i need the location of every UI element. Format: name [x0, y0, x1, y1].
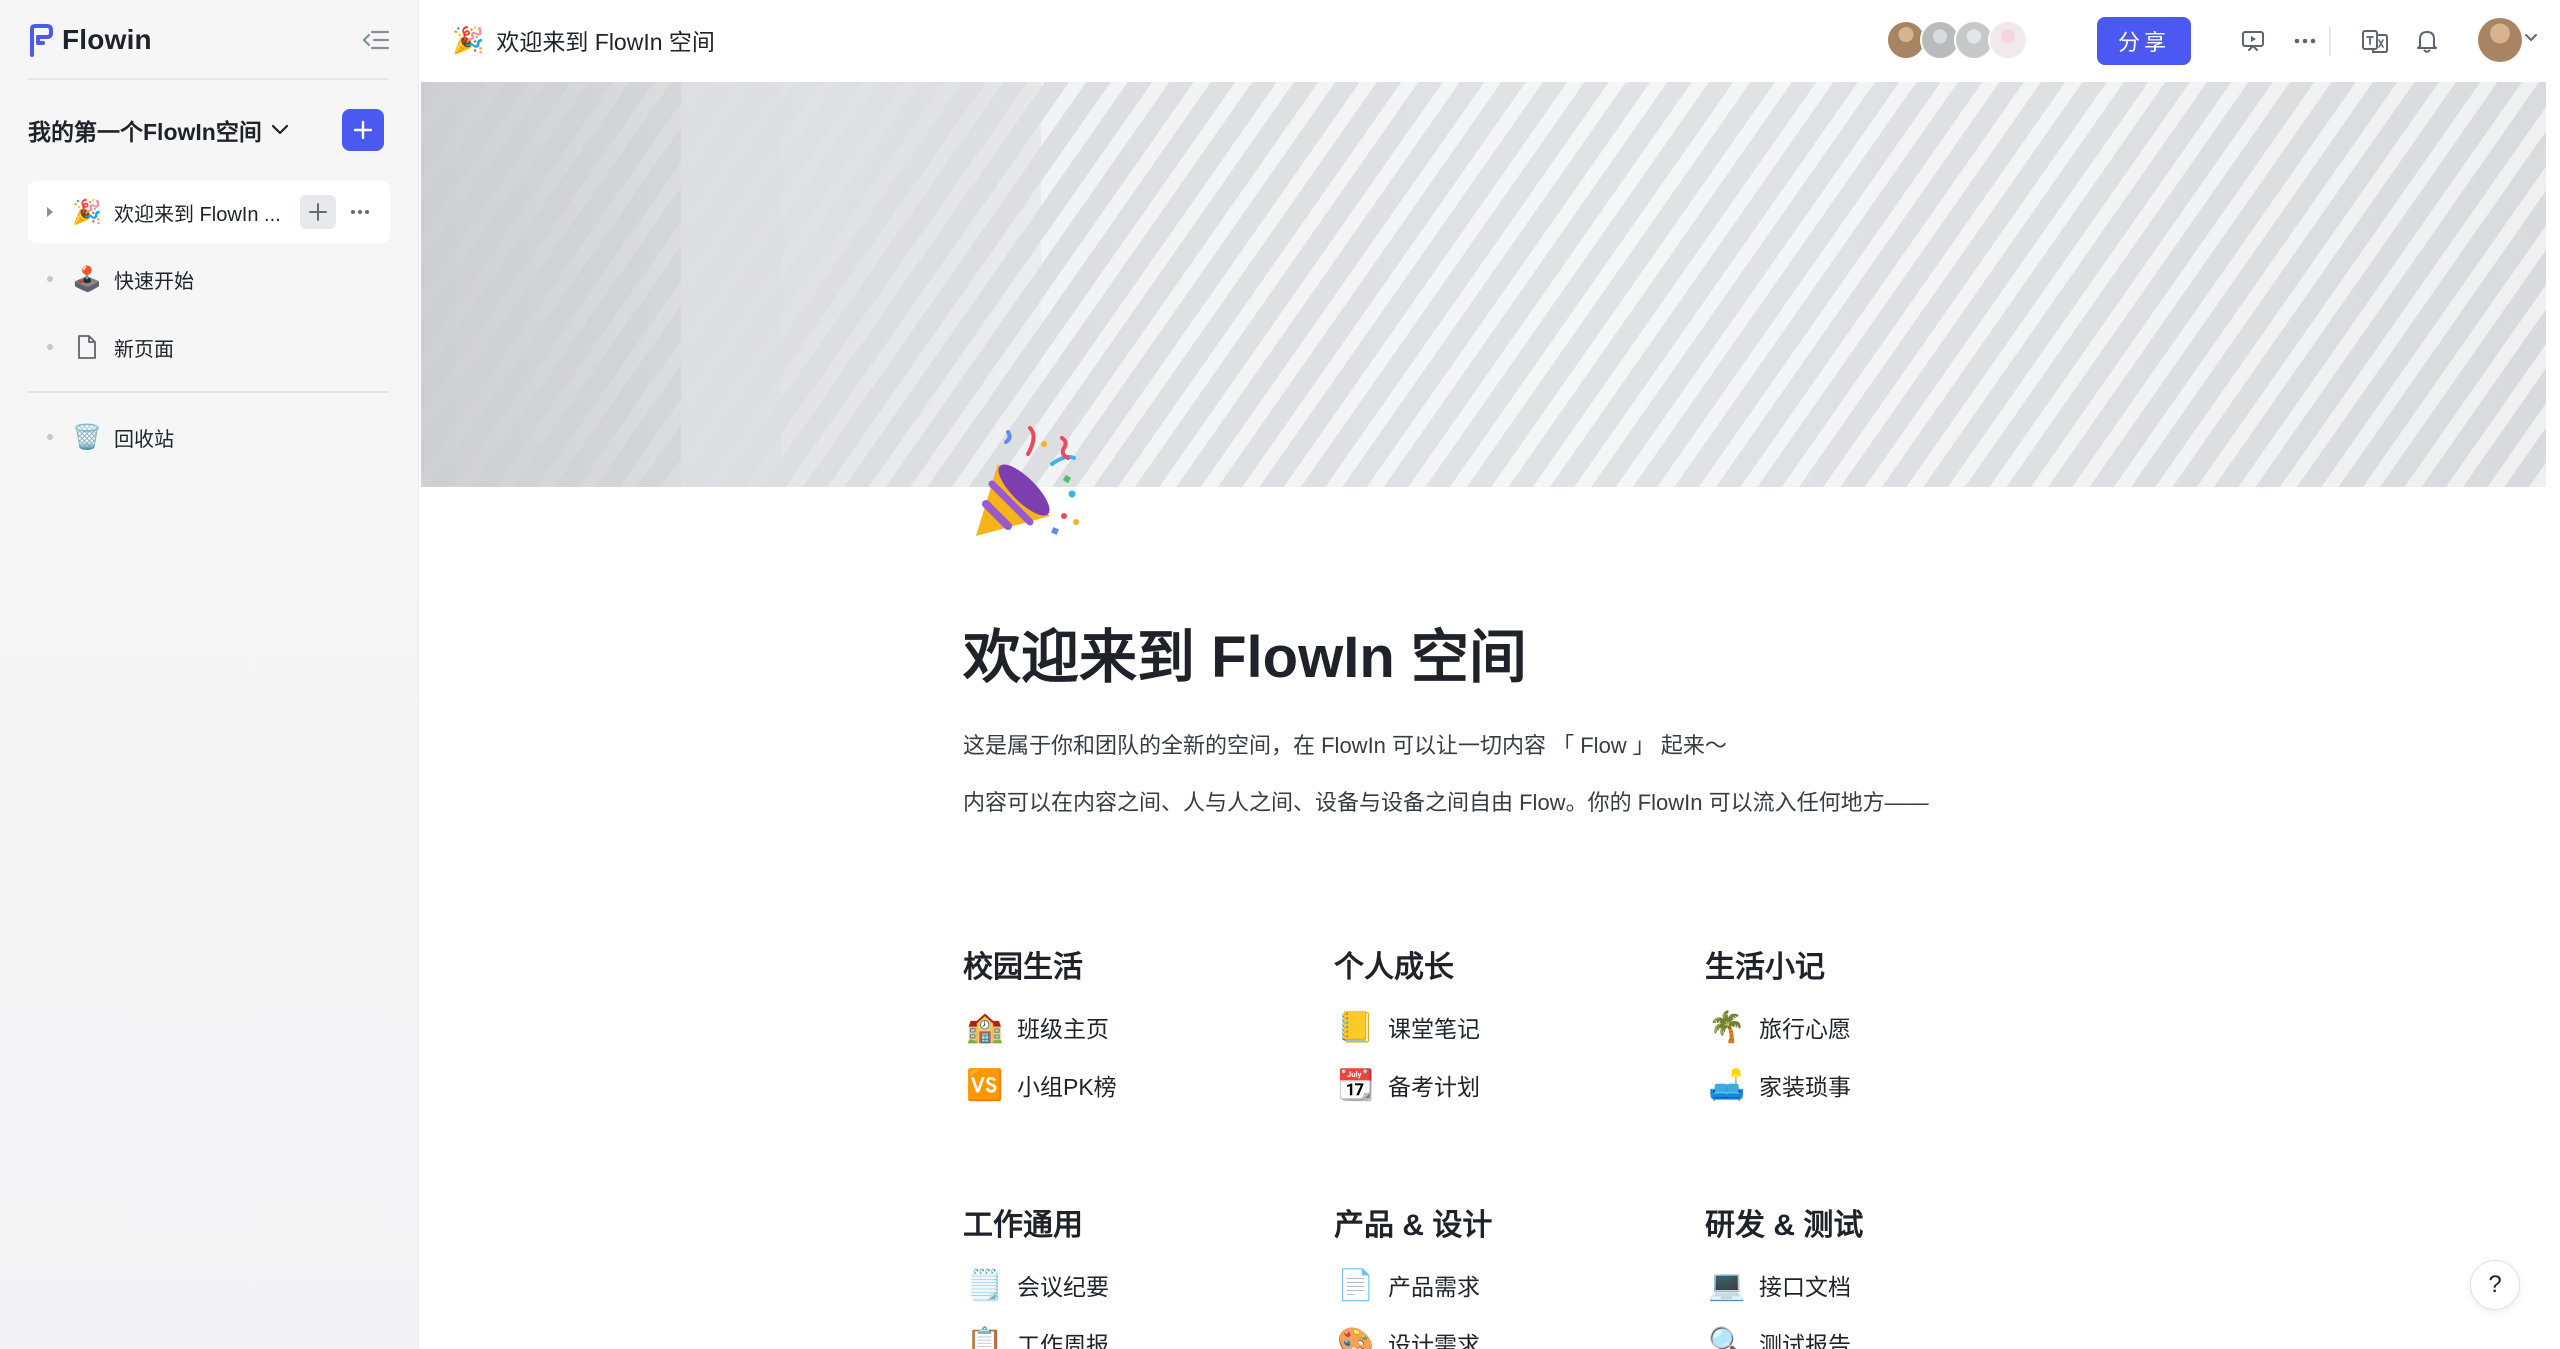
link-class-notes[interactable]: 📒 课堂笔记 [1334, 998, 1664, 1056]
trash-icon: 🗑️ [72, 423, 102, 451]
chevron-down-icon [270, 123, 290, 137]
sidebar-item-new-page[interactable]: 新页面 [28, 316, 390, 378]
palette-icon: 🎨 [1337, 1326, 1375, 1349]
party-popper-icon: 🎉 [72, 198, 102, 226]
bullet-dot [47, 276, 53, 282]
link-class-homepage[interactable]: 🏫 班级主页 [963, 998, 1293, 1056]
help-button[interactable]: ? [2470, 1260, 2520, 1310]
more-horizontal-icon[interactable] [2284, 20, 2326, 62]
link-design-requirements[interactable]: 🎨 设计需求 [1334, 1314, 1664, 1349]
bullet-dot [47, 344, 53, 350]
translate-icon[interactable] [2354, 20, 2396, 62]
sidebar-item-quick-start[interactable]: 🕹️ 快速开始 [28, 248, 390, 310]
sidebar-divider [28, 391, 388, 393]
collapse-sidebar-icon[interactable] [358, 22, 394, 58]
clipboard-icon: 📋 [966, 1326, 1004, 1349]
add-subpage-button[interactable] [300, 195, 336, 229]
more-options-button[interactable] [342, 195, 378, 229]
section-personal-growth: 个人成长 📒 课堂笔记 📆 备考计划 [1334, 946, 1664, 1114]
link-meeting-minutes[interactable]: 🗒️ 会议纪要 [963, 1256, 1293, 1314]
section-title: 产品 & 设计 [1334, 1209, 1493, 1242]
party-popper-icon[interactable] [968, 424, 1088, 544]
collaborator-avatars[interactable] [1886, 20, 2028, 60]
link-api-docs[interactable]: 💻 接口文档 [1705, 1256, 2035, 1314]
more-horizontal-icon [351, 210, 369, 214]
vs-icon: 🆚 [966, 1068, 1004, 1102]
chevron-down-icon[interactable] [2524, 30, 2538, 48]
workspace-title: 我的第一个FlowIn空间 [28, 119, 262, 145]
link-test-report[interactable]: 🔍 测试报告 [1705, 1314, 2035, 1349]
intro-paragraph[interactable]: 这是属于你和团队的全新的空间，在 FlowIn 可以让一切内容 「 Flow 」… [963, 728, 1727, 760]
avatar[interactable] [1988, 20, 2028, 60]
sidebar-item-label: 欢迎来到 FlowIn ... [114, 203, 281, 226]
share-button[interactable]: 分享 [2097, 17, 2191, 65]
intro-paragraph[interactable]: 内容可以在内容之间、人与人之间、设备与设备之间自由 Flow。你的 FlowIn… [963, 785, 1929, 817]
joystick-icon: 🕹️ [72, 265, 102, 293]
link-weekly-report[interactable]: 📋 工作周报 [963, 1314, 1293, 1349]
section-title: 工作通用 [963, 1209, 1083, 1242]
notepad-icon: 🗒️ [966, 1268, 1004, 1302]
sidebar-item-welcome[interactable]: 🎉 欢迎来到 FlowIn ... [28, 181, 390, 243]
school-icon: 🏫 [966, 1010, 1004, 1044]
expand-caret-icon[interactable] [28, 206, 72, 218]
link-travel-wishes[interactable]: 🌴 旅行心愿 [1705, 998, 2035, 1056]
document-icon: 📄 [1337, 1268, 1375, 1302]
sidebar-item-label: 快速开始 [114, 270, 194, 293]
party-popper-icon: 🎉 [452, 24, 485, 55]
sidebar: Flowin 我的第一个FlowIn空间 🎉 欢迎来到 FlowIn ... 🕹… [0, 0, 419, 1349]
section-title: 生活小记 [1705, 951, 1825, 984]
link-home-decor[interactable]: 🛋️ 家装琐事 [1705, 1056, 2035, 1114]
sidebar-item-trash[interactable]: 🗑️ 回收站 [28, 406, 390, 468]
couch-icon: 🛋️ [1708, 1068, 1746, 1102]
page-icon [72, 332, 102, 362]
flowin-logo-icon [28, 23, 54, 57]
magnifier-icon: 🔍 [1708, 1326, 1746, 1349]
link-exam-plan[interactable]: 📆 备考计划 [1334, 1056, 1664, 1114]
page-title[interactable]: 欢迎来到 FlowIn 空间 [963, 610, 1527, 694]
top-bar: 🎉 欢迎来到 FlowIn 空间 分享 [420, 0, 2560, 82]
link-product-requirements[interactable]: 📄 产品需求 [1334, 1256, 1664, 1314]
brand-name: Flowin [62, 24, 152, 55]
sidebar-item-label: 新页面 [114, 338, 174, 361]
section-title: 研发 & 测试 [1705, 1209, 1864, 1242]
laptop-icon: 💻 [1708, 1268, 1746, 1302]
user-avatar[interactable] [2478, 18, 2522, 62]
toolbar-divider [2329, 26, 2331, 56]
palm-tree-icon: 🌴 [1708, 1010, 1746, 1044]
plus-icon [353, 120, 373, 140]
section-title: 个人成长 [1334, 951, 1454, 984]
notification-bell-icon[interactable] [2406, 20, 2448, 62]
brand[interactable]: Flowin [28, 20, 152, 60]
present-icon[interactable] [2232, 20, 2274, 62]
bullet-dot [47, 434, 53, 440]
calendar-icon: 📆 [1337, 1068, 1375, 1102]
breadcrumb[interactable]: 🎉 欢迎来到 FlowIn 空间 [452, 20, 715, 60]
section-campus-life: 校园生活 🏫 班级主页 🆚 小组PK榜 [963, 946, 1293, 1114]
plus-icon [309, 203, 327, 221]
add-page-button[interactable] [342, 109, 384, 151]
section-title: 校园生活 [963, 951, 1083, 984]
section-dev-test: 研发 & 测试 💻 接口文档 🔍 测试报告 [1705, 1204, 2035, 1349]
breadcrumb-title: 欢迎来到 FlowIn 空间 [496, 29, 715, 55]
notebook-icon: 📒 [1337, 1010, 1375, 1044]
section-life-notes: 生活小记 🌴 旅行心愿 🛋️ 家装琐事 [1705, 946, 2035, 1114]
section-work-general: 工作通用 🗒️ 会议纪要 📋 工作周报 [963, 1204, 1293, 1349]
link-group-pk-board[interactable]: 🆚 小组PK榜 [963, 1056, 1293, 1114]
cover-image[interactable] [421, 82, 2546, 487]
sidebar-item-label: 回收站 [114, 428, 174, 451]
workspace-switcher[interactable]: 我的第一个FlowIn空间 [28, 112, 290, 148]
section-product-design: 产品 & 设计 📄 产品需求 🎨 设计需求 [1334, 1204, 1664, 1349]
sidebar-divider [28, 78, 388, 80]
